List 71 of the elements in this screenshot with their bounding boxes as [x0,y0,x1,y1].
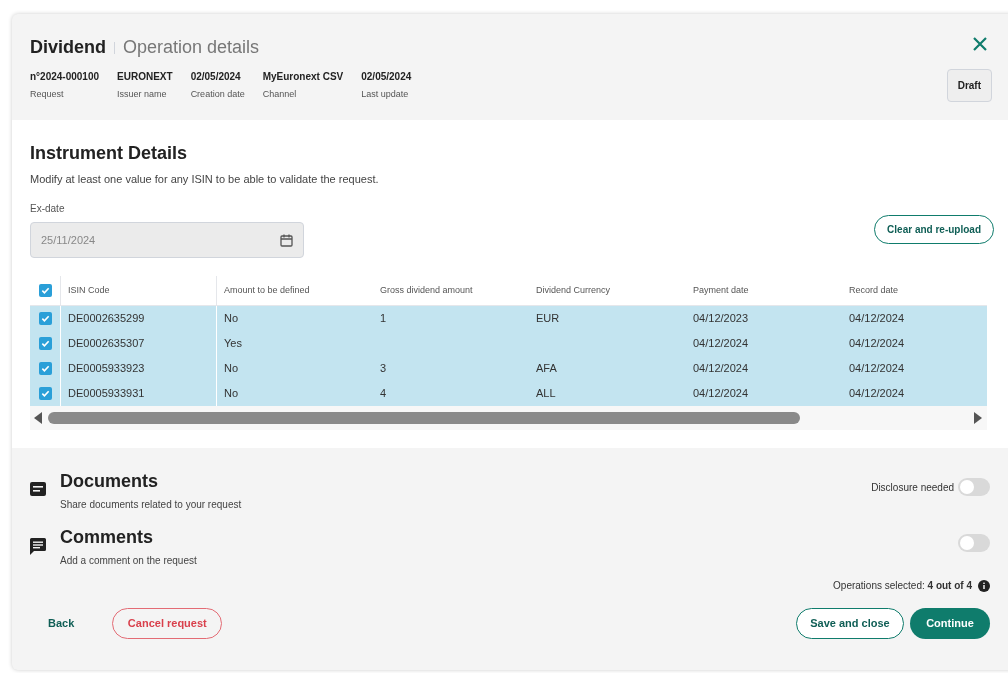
section-title: Comments [60,526,154,549]
meta-value: EURONEXT [117,70,173,84]
meta-label: Creation date [190,88,245,101]
table-cell-text: No [224,361,239,377]
column-header: Gross dividend amount [380,283,473,297]
scrollbar-thumb[interactable] [48,412,800,424]
checkbox[interactable] [38,362,52,375]
table-cell-text: 04/12/2024 [849,311,905,327]
table-cell-text: 1 [380,311,387,327]
table-cell-text: 04/12/2024 [849,361,905,377]
table-cell-text: EUR [536,311,560,327]
table-cell-text: ALL [536,386,556,402]
meta-value: MyEuronext CSV [262,70,344,84]
info-icon[interactable] [978,579,990,592]
table-row[interactable]: DE0005933923 No 3 AFA 04/12/2024 04/12/2024 [30,356,987,381]
checkbox[interactable] [38,387,52,400]
scroll-right-icon[interactable] [974,412,982,424]
status-badge: Draft [946,68,992,102]
checkbox[interactable] [38,337,52,350]
back-link[interactable]: Back [30,607,93,640]
table-row[interactable]: DE0002635299 No 1 EUR 04/12/2023 04/12/2024 [30,306,987,331]
table-cell-text: Yes [224,336,242,352]
field-label: Ex-date [30,202,66,216]
section-description: Share documents related to your request [60,498,242,512]
page-title: Dividend [30,36,106,59]
table-cell-text: 4 [380,386,387,402]
table-cell-text: 04/12/2024 [849,386,905,402]
meta-label: Request [30,88,65,101]
meta-label: Issuer name [117,88,168,101]
table-cell-text: 04/12/2023 [693,311,749,327]
column-header: ISIN Code [68,283,110,297]
meta-label: Last update [361,88,410,101]
column-header: Dividend Currency [536,283,611,297]
table-cell-text: No [224,386,239,402]
meta-value: 02/05/2024 [361,70,412,84]
section-description: Modify at least one value for any ISIN to be able to validate the request. [30,171,380,187]
meta-value: n°2024-000100 [30,70,100,84]
toggle-label: Disclosure needed [871,480,954,495]
toggle-switch[interactable] [958,534,990,552]
table-row[interactable]: DE0002635307 Yes 04/12/2024 04/12/2024 [30,331,987,356]
section-title: Documents [60,470,159,493]
table-cell-text: DE0005933931 [68,386,145,402]
page-subtitle: Operation details [123,36,260,59]
table-row[interactable]: DE0005933931 No 4 ALL 04/12/2024 04/12/2024 [30,381,987,406]
operations-selected-text: Operations selected: 4 out of 4 [833,579,972,593]
table-cell-text: DE0002635299 [68,311,145,327]
section-description: Add a comment on the request [60,554,197,568]
close-icon[interactable] [972,36,988,52]
save-and-close-button[interactable]: Save and close [796,607,904,639]
table-cell-text: 04/12/2024 [693,386,749,402]
table-cell-text: 04/12/2024 [849,336,905,352]
table-cell-text: AFA [536,361,557,377]
table-cell-text: No [224,311,239,327]
scroll-left-icon[interactable] [34,412,42,424]
document-icon [30,482,46,496]
column-header: Record date [849,283,899,297]
table-cell-text: DE0005933923 [68,361,145,377]
column-header: Amount to be defined [224,283,310,297]
table-cell-text: 04/12/2024 [693,336,749,352]
toggle-switch[interactable] [958,478,990,496]
continue-button[interactable]: Continue [910,607,990,639]
table-cell-text: 04/12/2024 [693,361,749,377]
checkbox[interactable] [38,312,52,325]
meta-label: Channel [262,88,298,101]
column-header: Payment date [693,283,749,297]
section-title: Instrument Details [30,141,189,165]
table-cell-text: 3 [380,361,387,377]
comment-icon [30,538,46,555]
table-cell-text: DE0002635307 [68,336,145,352]
meta-value: 02/05/2024 [190,70,242,84]
checkbox[interactable] [38,284,52,297]
